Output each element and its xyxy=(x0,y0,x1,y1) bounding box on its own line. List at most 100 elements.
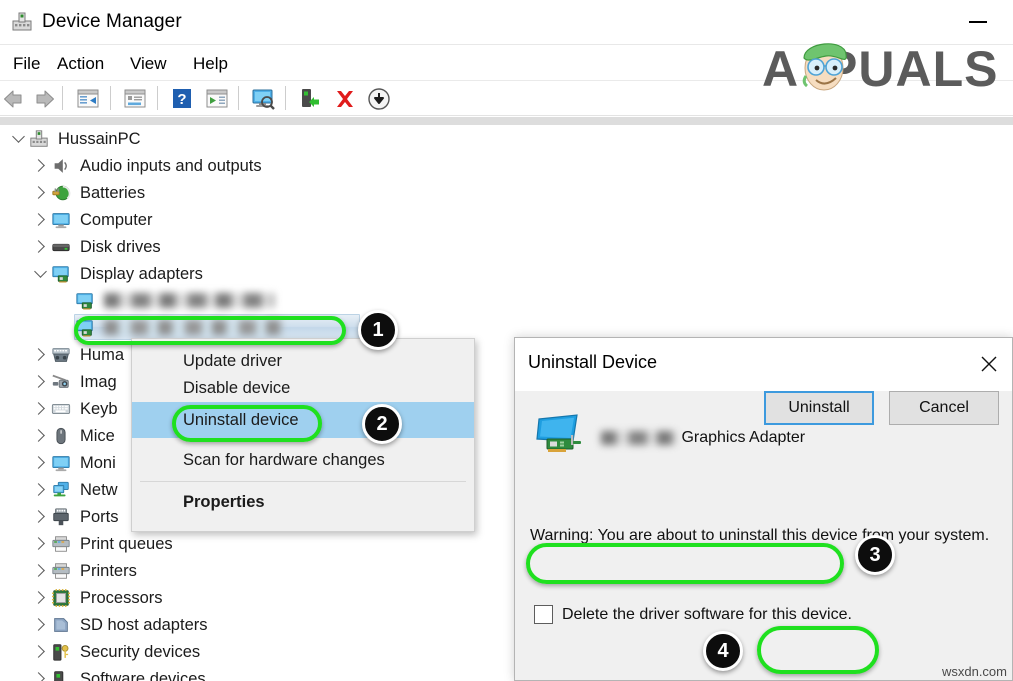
context-menu-item-scan-for-hardware-changes[interactable]: Scan for hardware changes xyxy=(132,447,474,474)
chevron-right-icon[interactable] xyxy=(30,665,50,681)
tree-item-label: Moni xyxy=(80,453,116,472)
tree-item-label: Processors xyxy=(80,588,163,607)
toolbar-separator xyxy=(62,86,63,110)
tree-item-label: HussainPC xyxy=(58,129,141,148)
redacted-device-name-selected xyxy=(104,320,282,335)
chevron-right-icon[interactable] xyxy=(30,206,50,233)
watermark: wsxdn.com xyxy=(941,664,1007,679)
context-menu-item-update-driver[interactable]: Update driver xyxy=(132,348,474,375)
device-name-suffix: Graphics Adapter xyxy=(677,429,806,446)
disable-device-icon[interactable] xyxy=(366,86,392,112)
dialog-device-name: Graphics Adapter xyxy=(601,428,805,448)
tree-item-label: Display adapters xyxy=(80,264,203,283)
dialog-warning-text: Warning: You are about to uninstall this… xyxy=(530,527,990,544)
chevron-right-icon[interactable] xyxy=(30,584,50,611)
sd-host-adapter-icon xyxy=(50,614,72,636)
back-icon[interactable] xyxy=(2,86,28,112)
chevron-down-icon[interactable] xyxy=(8,125,28,152)
appuals-logo: A PUALS xyxy=(762,36,1008,97)
chevron-right-icon[interactable] xyxy=(30,530,50,557)
help-icon[interactable]: ? xyxy=(169,86,195,112)
chevron-right-icon[interactable] xyxy=(30,557,50,584)
forward-icon[interactable] xyxy=(30,86,56,112)
context-menu: Update driver Disable device Uninstall d… xyxy=(131,338,475,532)
tree-item-label: Netw xyxy=(80,480,118,499)
dialog-title: Uninstall Device xyxy=(528,352,658,372)
chevron-right-icon[interactable] xyxy=(30,341,50,368)
close-icon[interactable] xyxy=(965,338,1012,390)
show-hide-console-tree-icon[interactable] xyxy=(75,86,101,112)
chevron-right-icon[interactable] xyxy=(30,422,50,449)
network-adapter-icon xyxy=(50,479,72,501)
chevron-right-icon[interactable] xyxy=(30,638,50,665)
tree-item-label: Software devices xyxy=(80,669,206,681)
security-device-icon xyxy=(50,641,72,663)
delete-driver-checkbox-label: Delete the driver software for this devi… xyxy=(562,605,852,623)
update-driver-icon[interactable] xyxy=(297,86,323,112)
chevron-right-icon[interactable] xyxy=(30,152,50,179)
chevron-down-icon[interactable] xyxy=(30,260,50,287)
context-menu-item-disable-device[interactable]: Disable device xyxy=(132,375,474,402)
uninstall-device-icon[interactable] xyxy=(332,86,358,112)
tree-item-display-adapters[interactable]: Display adapters xyxy=(0,260,1013,287)
display-adapter-icon xyxy=(50,263,72,285)
computer-root-icon xyxy=(28,128,50,150)
toolbar-separator xyxy=(157,86,158,110)
tree-item-label: Ports xyxy=(80,507,119,526)
step-badge-2: 2 xyxy=(362,404,402,444)
chevron-right-icon[interactable] xyxy=(30,503,50,530)
menu-view[interactable]: View xyxy=(125,51,172,77)
device-manager-window: Device Manager File Action View Help ? A… xyxy=(0,0,1013,681)
context-menu-item-uninstall-device[interactable]: Uninstall device xyxy=(132,402,474,438)
minimize-button[interactable] xyxy=(955,10,1001,34)
tree-item-label: Huma xyxy=(80,345,125,364)
tree-item-label: Mice xyxy=(80,426,115,445)
battery-icon xyxy=(50,182,72,204)
display-adapter-icon xyxy=(74,317,96,339)
menu-action[interactable]: Action xyxy=(52,51,109,77)
delete-driver-checkbox-row[interactable]: Delete the driver software for this devi… xyxy=(534,605,852,624)
tree-item-display-adapter-device-1[interactable] xyxy=(0,287,1013,314)
context-menu-item-properties[interactable]: Properties xyxy=(132,489,474,516)
cancel-button[interactable]: Cancel xyxy=(889,391,999,425)
chevron-right-icon[interactable] xyxy=(30,233,50,260)
port-icon xyxy=(50,506,72,528)
tree-top-divider xyxy=(0,117,1013,125)
redacted-device-vendor xyxy=(601,430,677,445)
tree-item-computer[interactable]: Computer xyxy=(0,206,1013,233)
chevron-right-icon[interactable] xyxy=(30,449,50,476)
monitor-icon xyxy=(50,452,72,474)
step-badge-3: 3 xyxy=(855,535,895,575)
tree-item-label: Computer xyxy=(80,210,153,229)
imaging-device-icon xyxy=(50,371,72,393)
mouse-icon xyxy=(50,425,72,447)
menu-file[interactable]: File xyxy=(8,51,45,77)
tree-item-batteries[interactable]: Batteries xyxy=(0,179,1013,206)
tree-item-audio-inputs-and-outputs[interactable]: Audio inputs and outputs xyxy=(0,152,1013,179)
monitor-icon xyxy=(50,209,72,231)
dialog-body: Graphics Adapter Warning: You are about … xyxy=(515,391,1012,680)
chevron-right-icon[interactable] xyxy=(30,476,50,503)
show-hide-action-pane-icon[interactable] xyxy=(204,86,230,112)
scan-for-hardware-changes-icon[interactable] xyxy=(249,86,275,112)
uninstall-device-dialog: Uninstall Device Graphics Adapter Warnin… xyxy=(514,337,1013,681)
disk-drive-icon xyxy=(50,236,72,258)
chevron-right-icon[interactable] xyxy=(30,368,50,395)
svg-text:?: ? xyxy=(177,91,186,108)
delete-driver-checkbox[interactable] xyxy=(534,605,553,624)
tree-item-disk-drives[interactable]: Disk drives xyxy=(0,233,1013,260)
menu-help[interactable]: Help xyxy=(188,51,233,77)
properties-icon[interactable] xyxy=(122,86,148,112)
chevron-right-icon[interactable] xyxy=(30,179,50,206)
chevron-right-icon[interactable] xyxy=(30,611,50,638)
step-badge-4: 4 xyxy=(703,631,743,671)
tree-item-root[interactable]: HussainPC xyxy=(0,125,1013,152)
tree-item-label: Print queues xyxy=(80,534,173,553)
uninstall-button[interactable]: Uninstall xyxy=(764,391,874,425)
svg-text:A: A xyxy=(762,41,799,92)
tree-item-label: Imag xyxy=(80,372,117,391)
svg-text:PUALS: PUALS xyxy=(824,41,998,92)
chevron-right-icon[interactable] xyxy=(30,395,50,422)
processor-icon xyxy=(50,587,72,609)
tree-item-label: SD host adapters xyxy=(80,615,208,634)
